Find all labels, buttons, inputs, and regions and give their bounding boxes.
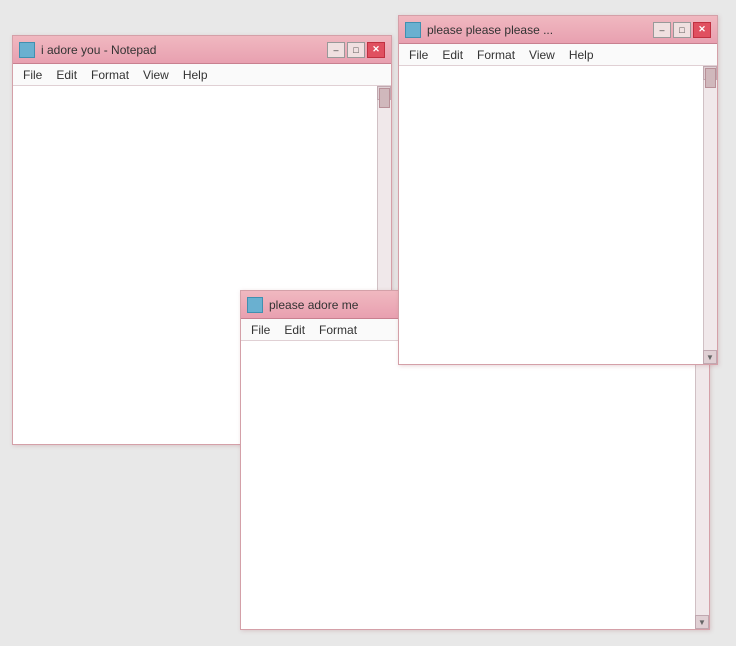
menu-view-2[interactable]: View xyxy=(523,46,561,64)
menu-file-3[interactable]: File xyxy=(245,321,276,339)
menu-view-1[interactable]: View xyxy=(137,66,175,84)
menu-file-1[interactable]: File xyxy=(17,66,48,84)
close-button-2[interactable]: ✕ xyxy=(693,22,711,38)
text-area-2[interactable]: ▲ ▼ xyxy=(399,66,717,364)
window-title-1: i adore you - Notepad xyxy=(41,43,327,57)
menu-edit-2[interactable]: Edit xyxy=(436,46,469,64)
scroll-thumb-1[interactable] xyxy=(379,88,390,108)
menu-help-1[interactable]: Help xyxy=(177,66,214,84)
notepad-icon-2 xyxy=(405,22,421,38)
menu-bar-1: File Edit Format View Help xyxy=(13,64,391,86)
menu-edit-3[interactable]: Edit xyxy=(278,321,311,339)
restore-button-1[interactable]: □ xyxy=(347,42,365,58)
menu-file-2[interactable]: File xyxy=(403,46,434,64)
menu-bar-2: File Edit Format View Help xyxy=(399,44,717,66)
scroll-down-3[interactable]: ▼ xyxy=(695,615,709,629)
scroll-thumb-2[interactable] xyxy=(705,68,716,88)
menu-format-1[interactable]: Format xyxy=(85,66,135,84)
text-area-3[interactable]: ▲ ▼ xyxy=(241,341,709,629)
window-2[interactable]: please please please ... – □ ✕ File Edit… xyxy=(398,15,718,365)
restore-button-2[interactable]: □ xyxy=(673,22,691,38)
menu-edit-1[interactable]: Edit xyxy=(50,66,83,84)
notepad-icon-3 xyxy=(247,297,263,313)
minimize-button-1[interactable]: – xyxy=(327,42,345,58)
menu-format-2[interactable]: Format xyxy=(471,46,521,64)
close-button-1[interactable]: ✕ xyxy=(367,42,385,58)
notepad-icon-1 xyxy=(19,42,35,58)
menu-help-2[interactable]: Help xyxy=(563,46,600,64)
title-bar-2: please please please ... – □ ✕ xyxy=(399,16,717,44)
window-controls-2: – □ ✕ xyxy=(653,22,711,38)
scrollbar-right-2[interactable]: ▲ ▼ xyxy=(703,66,717,364)
scrollbar-right-3[interactable]: ▲ ▼ xyxy=(695,341,709,629)
minimize-button-2[interactable]: – xyxy=(653,22,671,38)
title-bar-1: i adore you - Notepad – □ ✕ xyxy=(13,36,391,64)
window-title-2: please please please ... xyxy=(427,23,653,37)
scroll-down-2[interactable]: ▼ xyxy=(703,350,717,364)
menu-format-3[interactable]: Format xyxy=(313,321,363,339)
window-controls-1: – □ ✕ xyxy=(327,42,385,58)
